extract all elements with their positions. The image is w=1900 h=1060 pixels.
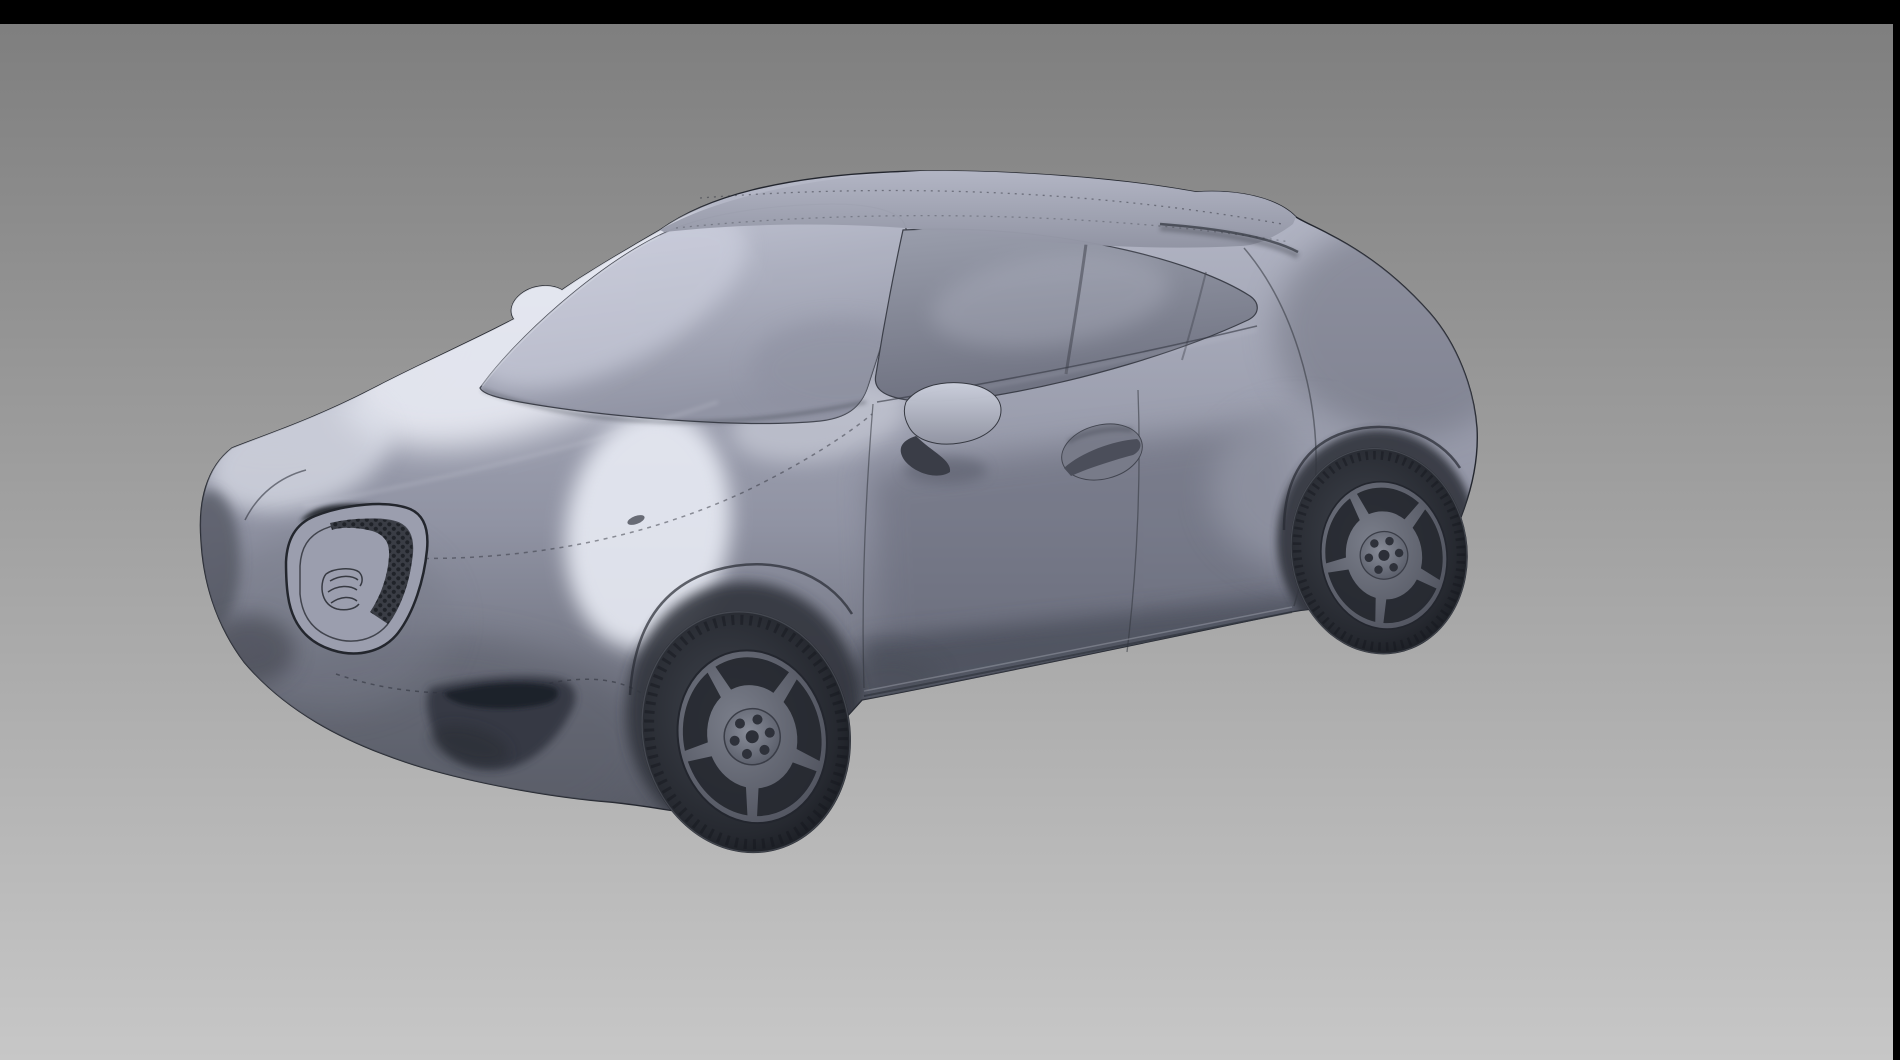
side-mirror xyxy=(901,383,1001,484)
app-window xyxy=(0,0,1900,1060)
right-letterbox-bar xyxy=(1893,0,1900,1060)
top-letterbox-bar xyxy=(0,0,1900,24)
3d-viewport[interactable] xyxy=(0,0,1900,1060)
